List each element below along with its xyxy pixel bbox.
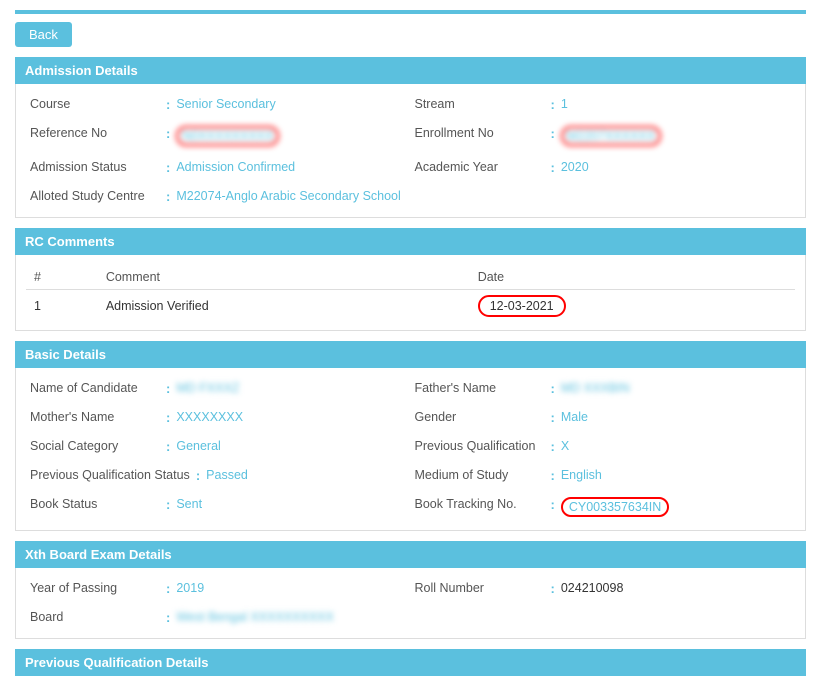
enrollment-no-field: Enrollment No : M2207XXXXXX <box>411 121 796 151</box>
academic-year-value: 2020 <box>561 160 589 174</box>
comments-table: # Comment Date 1 Admission Verified 12-0… <box>26 265 795 322</box>
academic-year-field: Academic Year : 2020 <box>411 155 796 180</box>
xth-board-exam-header: Xth Board Exam Details <box>15 541 806 568</box>
prev-qual-status-label: Previous Qualification Status <box>30 468 190 482</box>
course-label: Course <box>30 97 160 111</box>
social-category-value: General <box>176 439 220 453</box>
rc-comments-section: RC Comments # Comment Date 1 Admission V… <box>15 228 806 331</box>
admission-status-value: Admission Confirmed <box>176 160 295 174</box>
course-value: Senior Secondary <box>176 97 275 111</box>
course-field: Course : Senior Secondary <box>26 92 411 117</box>
stream-field: Stream : 1 <box>411 92 796 117</box>
stream-value: 1 <box>561 97 568 111</box>
col-comment: Comment <box>98 265 470 290</box>
alloted-study-centre-label: Alloted Study Centre <box>30 189 160 203</box>
xth-board-exam-section: Xth Board Exam Details Year of Passing :… <box>15 541 806 639</box>
fathers-name-field: Father's Name : MD XXXBIN <box>411 376 796 401</box>
previous-qualification-label: Previous Qualification <box>415 439 545 453</box>
gender-value: Male <box>561 410 588 424</box>
prev-qual-status-field: Previous Qualification Status : Passed <box>26 463 411 488</box>
rc-comments-body: # Comment Date 1 Admission Verified 12-0… <box>15 255 806 331</box>
year-of-passing-label: Year of Passing <box>30 581 160 595</box>
roll-number-value: 024210098 <box>561 581 624 595</box>
prev-qual-status-value: Passed <box>206 468 248 482</box>
basic-details-section: Basic Details Name of Candidate : MD FXX… <box>15 341 806 531</box>
book-tracking-field: Book Tracking No. : CY003357634IN <box>411 492 796 522</box>
xth-board-exam-body: Year of Passing : 2019 Roll Number : 024… <box>15 568 806 639</box>
mothers-name-label: Mother's Name <box>30 410 160 424</box>
alloted-study-centre-field: Alloted Study Centre : M22074-Anglo Arab… <box>26 184 795 209</box>
medium-of-study-label: Medium of Study <box>415 468 545 482</box>
col-date: Date <box>470 265 795 290</box>
alloted-study-centre-value: M22074-Anglo Arabic Secondary School <box>176 189 400 203</box>
admission-status-label: Admission Status <box>30 160 160 174</box>
medium-of-study-value: English <box>561 468 602 482</box>
previous-qualification-header: Previous Qualification Details <box>15 649 806 676</box>
previous-qualification-section: Previous Qualification Details <box>15 649 806 676</box>
previous-qualification-field: Previous Qualification : X <box>411 434 796 459</box>
board-field: Board : West Bengal XXXXXXXXXX <box>26 605 411 630</box>
name-value: MD FXXXZ <box>176 381 239 395</box>
stream-label: Stream <box>415 97 545 111</box>
gender-field: Gender : Male <box>411 405 796 430</box>
previous-qualification-value: X <box>561 439 569 453</box>
mothers-name-value: XXXXXXXX <box>176 410 243 424</box>
row-num: 1 <box>26 290 98 323</box>
fathers-name-label: Father's Name <box>415 381 545 395</box>
basic-details-header: Basic Details <box>15 341 806 368</box>
social-category-label: Social Category <box>30 439 160 453</box>
reference-no-value: N0XXXXXXXXX <box>176 126 279 146</box>
mothers-name-field: Mother's Name : XXXXXXXX <box>26 405 411 430</box>
name-field: Name of Candidate : MD FXXXZ <box>26 376 411 401</box>
row-date: 12-03-2021 <box>470 290 795 323</box>
book-status-value: Sent <box>176 497 202 511</box>
admission-details-section: Admission Details Course : Senior Second… <box>15 57 806 218</box>
book-tracking-label: Book Tracking No. <box>415 497 545 511</box>
admission-status-field: Admission Status : Admission Confirmed <box>26 155 411 180</box>
basic-details-body: Name of Candidate : MD FXXXZ Father's Na… <box>15 368 806 531</box>
reference-no-field: Reference No : N0XXXXXXXXX <box>26 121 411 151</box>
enrollment-no-value: M2207XXXXXX <box>561 126 661 146</box>
medium-of-study-field: Medium of Study : English <box>411 463 796 488</box>
book-status-label: Book Status <box>30 497 160 511</box>
admission-details-body: Course : Senior Secondary Stream : 1 Ref… <box>15 84 806 218</box>
book-tracking-value: CY003357634IN <box>561 497 669 517</box>
row-comment: Admission Verified <box>98 290 470 323</box>
year-of-passing-value: 2019 <box>176 581 204 595</box>
admission-details-header: Admission Details <box>15 57 806 84</box>
roll-number-label: Roll Number <box>415 581 545 595</box>
name-label: Name of Candidate <box>30 381 160 395</box>
book-status-field: Book Status : Sent <box>26 492 411 522</box>
back-button[interactable]: Back <box>15 22 72 47</box>
col-num: # <box>26 265 98 290</box>
table-row: 1 Admission Verified 12-03-2021 <box>26 290 795 323</box>
page-container: Back Admission Details Course : Senior S… <box>0 0 821 696</box>
rc-comments-header: RC Comments <box>15 228 806 255</box>
fathers-name-value: MD XXXBIN <box>561 381 630 395</box>
gender-label: Gender <box>415 410 545 424</box>
roll-number-field: Roll Number : 024210098 <box>411 576 796 601</box>
year-of-passing-field: Year of Passing : 2019 <box>26 576 411 601</box>
board-label: Board <box>30 610 160 624</box>
social-category-field: Social Category : General <box>26 434 411 459</box>
reference-no-label: Reference No <box>30 126 160 140</box>
enrollment-no-label: Enrollment No <box>415 126 545 140</box>
board-value: West Bengal XXXXXXXXXX <box>176 610 334 624</box>
academic-year-label: Academic Year <box>415 160 545 174</box>
top-border <box>15 10 806 14</box>
